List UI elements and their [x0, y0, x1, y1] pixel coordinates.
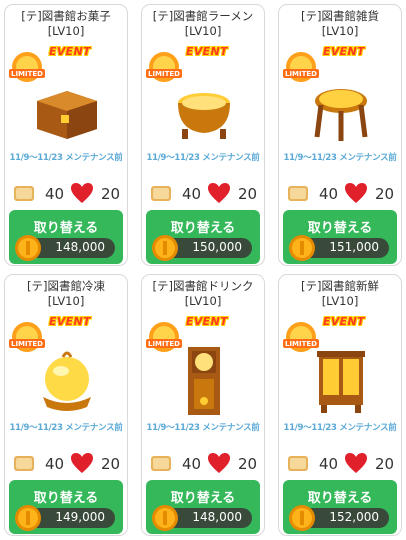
item-card: [テ]図書館ラーメン [LV10] LIMITED EVENT 11/9～11/2…: [141, 4, 265, 266]
event-label: EVENT: [49, 45, 91, 58]
globe-icon: [43, 351, 91, 411]
stats-row: 40 20: [9, 181, 123, 207]
heart-icon: [71, 453, 93, 473]
coin-icon: [152, 235, 178, 261]
item-card: [テ]図書館お菓子 [LV10] LIMITED EVENT 11/9～11/23…: [4, 4, 128, 266]
bread-count: 40: [182, 185, 202, 203]
cabinet-icon: [317, 351, 365, 413]
item-card: [テ]図書館雑貨 [LV10] LIMITED EVENT 11/9～11/23 …: [278, 4, 402, 266]
exchange-button[interactable]: 取り替える 152,000: [283, 480, 397, 534]
item-grid: [テ]図書館お菓子 [LV10] LIMITED EVENT 11/9～11/23…: [0, 0, 406, 540]
event-label: EVENT: [186, 45, 228, 58]
heart-icon: [345, 183, 367, 203]
heart-icon: [208, 453, 230, 473]
heart-count: 20: [375, 185, 395, 203]
coin-icon: [152, 505, 178, 531]
stats-row: 40 20: [9, 451, 123, 477]
item-title: [テ]図書館ドリンク: [152, 279, 254, 293]
heart-icon: [345, 453, 367, 473]
item-level: [LV10]: [321, 24, 359, 38]
heart-icon: [71, 183, 93, 203]
stats-row: 40 20: [283, 181, 397, 207]
round-table-icon: [314, 89, 368, 141]
bread-icon: [288, 186, 308, 201]
item-card: [テ]図書館冷凍 [LV10] LIMITED EVENT 11/9～11/23 …: [4, 274, 128, 536]
price-value: 148,000: [55, 240, 105, 254]
stats-row: 40 20: [146, 181, 260, 207]
bread-count: 40: [45, 185, 65, 203]
item-title: [テ]図書館ラーメン: [152, 9, 254, 23]
item-level: [LV10]: [47, 294, 85, 308]
bread-count: 40: [182, 455, 202, 473]
item-title: [テ]図書館冷凍: [27, 279, 105, 293]
exchange-button[interactable]: 取り替える 149,000: [9, 480, 123, 534]
event-label: EVENT: [49, 315, 91, 328]
coin-icon: [15, 505, 41, 531]
item-title: [テ]図書館お菓子: [21, 9, 111, 23]
heart-count: 20: [101, 185, 121, 203]
item-level: [LV10]: [184, 294, 222, 308]
maintenance-notice: 11/9～11/23 メンテナンス前: [146, 153, 260, 163]
item-title: [テ]図書館雑貨: [301, 9, 379, 23]
event-label: EVENT: [323, 45, 365, 58]
item-level: [LV10]: [321, 294, 359, 308]
price-value: 150,000: [192, 240, 242, 254]
heart-count: 20: [238, 455, 258, 473]
bread-count: 40: [319, 185, 339, 203]
item-title: [テ]図書館新鮮: [301, 279, 379, 293]
coin-icon: [289, 235, 315, 261]
bread-icon: [288, 456, 308, 471]
price-value: 151,000: [329, 240, 379, 254]
bathtub-icon: [178, 93, 230, 139]
exchange-button[interactable]: 取り替える 150,000: [146, 210, 260, 264]
maintenance-notice: 11/9～11/23 メンテナンス前: [9, 423, 123, 433]
price-value: 149,000: [55, 510, 105, 524]
heart-count: 20: [101, 455, 121, 473]
price-value: 152,000: [329, 510, 379, 524]
bread-icon: [14, 456, 34, 471]
maintenance-notice: 11/9～11/23 メンテナンス前: [283, 153, 397, 163]
exchange-button[interactable]: 取り替える 148,000: [9, 210, 123, 264]
bread-count: 40: [319, 455, 339, 473]
bread-count: 40: [45, 455, 65, 473]
chest-icon: [37, 91, 97, 139]
maintenance-notice: 11/9～11/23 メンテナンス前: [283, 423, 397, 433]
coin-icon: [289, 505, 315, 531]
maintenance-notice: 11/9～11/23 メンテナンス前: [146, 423, 260, 433]
item-card: [テ]図書館新鮮 [LV10] LIMITED EVENT 11/9～11/23 …: [278, 274, 402, 536]
stats-row: 40 20: [146, 451, 260, 477]
event-label: EVENT: [323, 315, 365, 328]
stats-row: 40 20: [283, 451, 397, 477]
bread-icon: [151, 186, 171, 201]
heart-icon: [208, 183, 230, 203]
heart-count: 20: [375, 455, 395, 473]
item-level: [LV10]: [47, 24, 85, 38]
bread-icon: [14, 186, 34, 201]
maintenance-notice: 11/9～11/23 メンテナンス前: [9, 153, 123, 163]
price-value: 148,000: [192, 510, 242, 524]
exchange-button[interactable]: 取り替える 151,000: [283, 210, 397, 264]
item-card: [テ]図書館ドリンク [LV10] LIMITED EVENT 11/9～11/2…: [141, 274, 265, 536]
bread-icon: [151, 456, 171, 471]
exchange-button[interactable]: 取り替える 148,000: [146, 480, 260, 534]
heart-count: 20: [238, 185, 258, 203]
coin-icon: [15, 235, 41, 261]
item-level: [LV10]: [184, 24, 222, 38]
grandfather-clock-icon: [188, 347, 220, 415]
event-label: EVENT: [186, 315, 228, 328]
